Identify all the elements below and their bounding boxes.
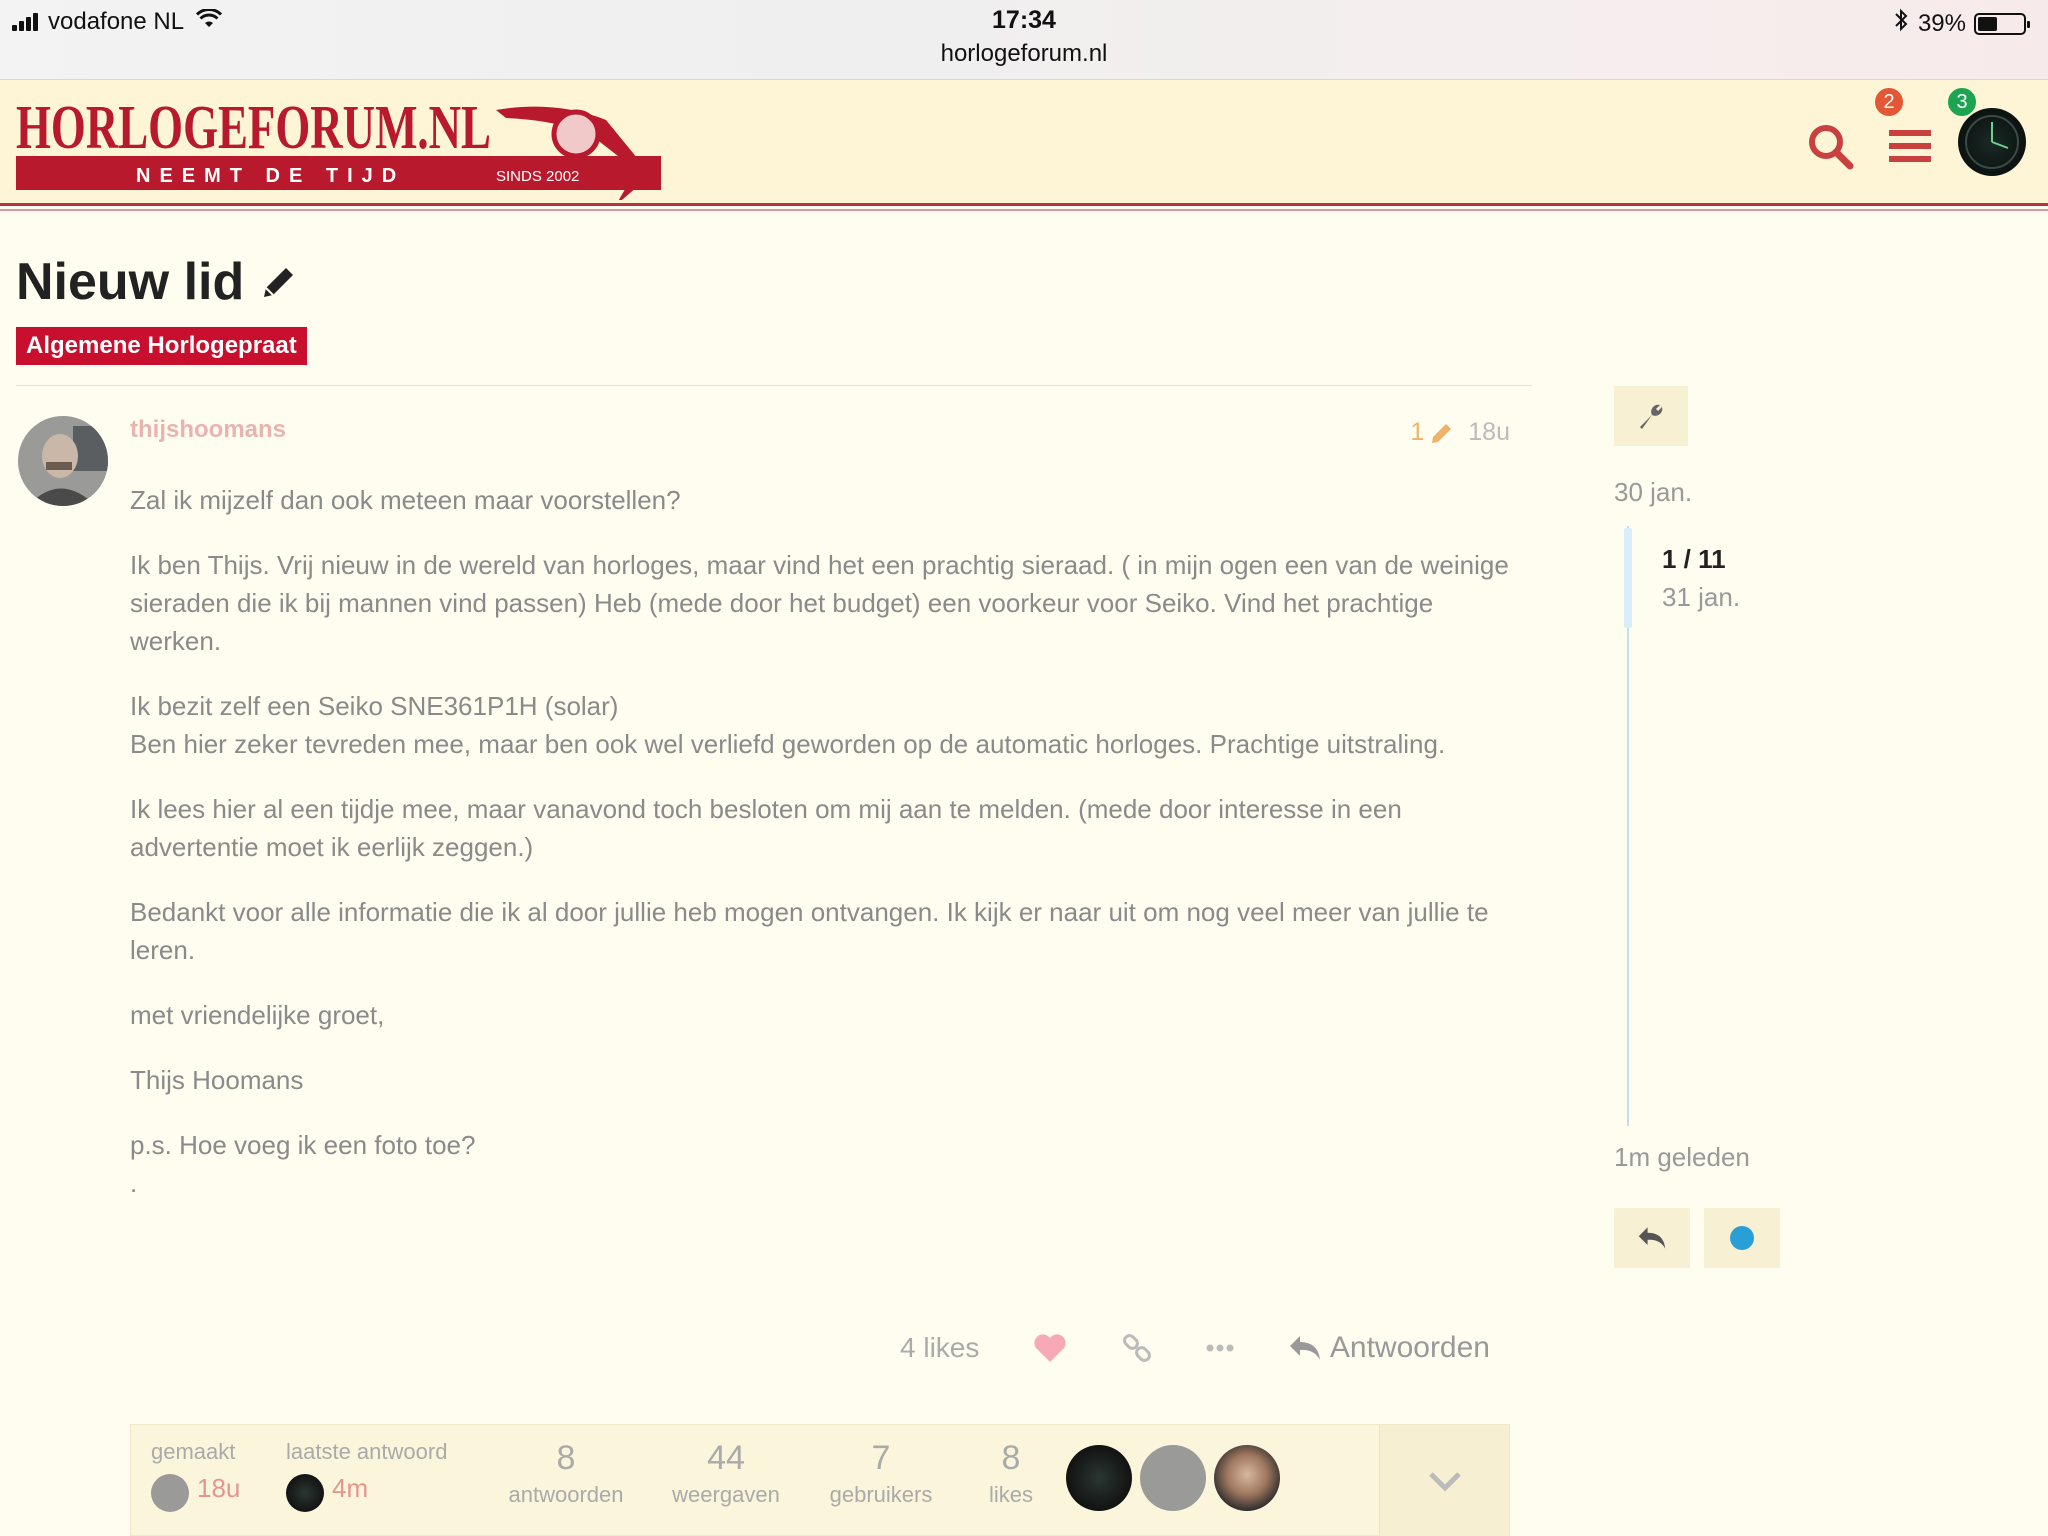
logo-since: SINDS 2002 (496, 168, 579, 185)
post-paragraph: p.s. Hoe voeg ik een foto toe? . (130, 1130, 476, 1198)
timeline-end-label[interactable]: 1m geleden (1614, 1142, 1750, 1173)
expand-topic-map-button[interactable] (1379, 1425, 1509, 1536)
post-body: Zal ik mijzelf dan ook meteen maar voors… (130, 481, 1510, 1229)
logo-tagline: NEEMT DE TIJD (136, 165, 405, 187)
post-author-avatar[interactable] (18, 416, 108, 506)
post-paragraph: Ik ben Thijs. Vrij nieuw in de wereld va… (130, 550, 1509, 656)
post-actions: 4 likes Antwoorden (900, 1325, 1490, 1371)
post-paragraph: Bedankt voor alle informatie die ik al d… (130, 897, 1489, 965)
wrench-icon (1640, 404, 1663, 429)
ellipsis-icon (1206, 1344, 1234, 1352)
pencil-icon (264, 268, 294, 297)
likes-label: likes (988, 1482, 1033, 1507)
page-title: Nieuw lid (16, 253, 245, 311)
more-options-button[interactable] (1205, 1343, 1235, 1353)
avatar-notification-badge: 3 (1946, 86, 1978, 118)
search-button[interactable] (1800, 116, 1860, 176)
post-age[interactable]: 18u (1468, 418, 1510, 447)
reply-button[interactable]: Antwoorden (1288, 1331, 1490, 1365)
admin-tools-button[interactable] (1614, 386, 1688, 446)
edit-title-button[interactable] (260, 263, 298, 301)
user-avatar[interactable] (1958, 108, 2026, 176)
post-paragraph: met vriendelijke groet, (130, 1000, 385, 1030)
timeline-handle[interactable] (1624, 528, 1632, 628)
timeline-reply-button[interactable] (1614, 1208, 1690, 1268)
likes-value: 8 (1001, 1439, 1021, 1477)
tracking-dot-icon (1730, 1226, 1754, 1250)
status-time: 17:34 (992, 6, 1056, 34)
last-reply-avatar (286, 1473, 324, 1512)
menu-notification-badge: 2 (1873, 86, 1905, 118)
post-paragraph: Zal ik mijzelf dan ook meteen maar voors… (130, 485, 681, 515)
replies-label: antwoorden (508, 1482, 624, 1507)
reply-icon (1289, 1336, 1320, 1360)
topic-map: gemaakt 18u laatste antwoord 4m 8 antwoo… (130, 1424, 1510, 1536)
post-meta: 1 18u (1410, 418, 1510, 447)
heart-icon (1034, 1334, 1066, 1362)
topic-likes: 8 likes (971, 1439, 1051, 1508)
participant-avatar[interactable] (1140, 1445, 1206, 1511)
battery-percent: 39% (1917, 9, 1966, 37)
logo-text: HORLOGEFORUM.NL (16, 94, 491, 162)
participant-avatars (1066, 1445, 1280, 1511)
reply-icon (1638, 1227, 1666, 1249)
topic-divider (16, 385, 1532, 386)
edit-history-icon[interactable] (1430, 421, 1454, 445)
created-label: gemaakt (151, 1439, 236, 1464)
timeline-position: 1 / 11 (1662, 544, 1726, 574)
views-label: weergaven (672, 1482, 780, 1507)
battery-icon (1974, 12, 2030, 35)
topic-users: 7 gebruikers (816, 1439, 946, 1508)
notification-level-button[interactable] (1704, 1208, 1780, 1268)
address-url[interactable]: horlogeforum.nl (0, 40, 2048, 68)
like-button[interactable] (1032, 1332, 1068, 1364)
menu-button[interactable] (1880, 116, 1940, 176)
edit-count[interactable]: 1 (1410, 418, 1424, 447)
search-icon (1809, 125, 1854, 170)
users-label: gebruikers (829, 1482, 933, 1507)
status-bar: vodafone NL 17:34 horlogeforum.nl 39% (0, 0, 2048, 80)
timeline-start-date[interactable]: 30 jan. (1614, 477, 1692, 508)
created-time: 18u (197, 1473, 241, 1503)
timeline-position-date: 31 jan. (1662, 582, 1741, 612)
topic-replies: 8 antwoorden (501, 1439, 631, 1508)
site-logo[interactable]: HORLOGEFORUM.NL NEEMT DE TIJD SINDS 2002 (16, 90, 666, 200)
reply-label: Antwoorden (1329, 1331, 1490, 1364)
hamburger-icon (1889, 130, 1931, 162)
post-username[interactable]: thijshoomans (130, 416, 286, 444)
users-value: 7 (871, 1439, 891, 1477)
topic-last-reply[interactable]: laatste antwoord 4m (286, 1439, 447, 1512)
author-photo (18, 416, 108, 506)
last-reply-label: laatste antwoord (286, 1439, 448, 1464)
likes-count[interactable]: 4 likes (900, 1332, 979, 1364)
post-paragraph: Thijs Hoomans (130, 1065, 304, 1095)
participant-avatar[interactable] (1066, 1445, 1132, 1511)
last-reply-time: 4m (332, 1473, 369, 1503)
views-value: 44 (707, 1439, 745, 1477)
share-link-button[interactable] (1121, 1332, 1153, 1364)
replies-value: 8 (556, 1439, 576, 1477)
link-icon (1122, 1334, 1151, 1362)
bluetooth-icon (1894, 8, 1908, 39)
category-badge[interactable]: Algemene Horlogepraat (16, 327, 307, 365)
participant-avatar[interactable] (1214, 1445, 1280, 1511)
status-right: 39% (1894, 8, 2030, 39)
watch-icon (1965, 115, 2019, 169)
forum-header: HORLOGEFORUM.NL NEEMT DE TIJD SINDS 2002… (0, 80, 2048, 211)
creator-avatar (151, 1473, 189, 1512)
topic-views: 44 weergaven (661, 1439, 791, 1508)
post-paragraph: Ik bezit zelf een Seiko SNE361P1H (solar… (130, 691, 1446, 759)
topic-created[interactable]: gemaakt 18u (151, 1439, 240, 1512)
post-paragraph: Ik lees hier al een tijdje mee, maar van… (130, 794, 1402, 862)
chevron-down-icon (1428, 1472, 1461, 1492)
title-row: Nieuw lid (16, 252, 298, 312)
